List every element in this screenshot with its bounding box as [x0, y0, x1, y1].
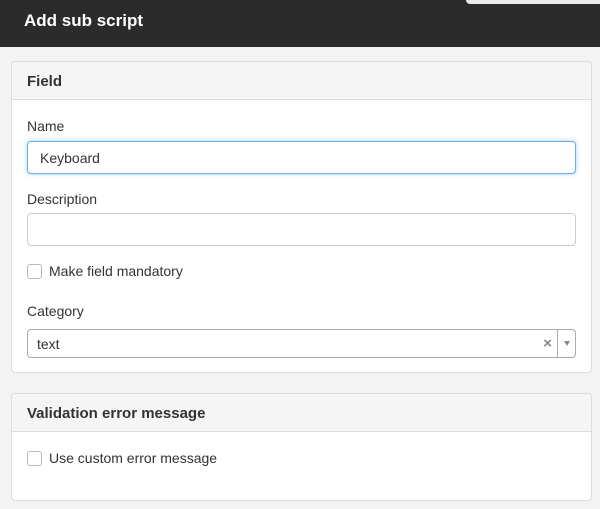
header-tab-edge: [466, 0, 600, 4]
mandatory-checkbox[interactable]: [27, 263, 42, 279]
select-divider: [557, 330, 558, 357]
header-bar: Add sub script: [0, 0, 600, 47]
custom-error-label: Use custom error message: [49, 450, 218, 466]
name-label: Name: [27, 118, 65, 134]
name-input[interactable]: [27, 141, 576, 174]
category-select[interactable]: text ×: [27, 329, 576, 358]
custom-error-row[interactable]: Use custom error message: [27, 449, 217, 467]
custom-error-checkbox[interactable]: [27, 450, 42, 466]
description-input[interactable]: [27, 213, 576, 246]
close-icon[interactable]: ×: [543, 335, 552, 352]
field-panel: Field Name Description Make field mandat…: [11, 61, 592, 373]
chevron-down-icon[interactable]: [564, 341, 570, 346]
mandatory-label: Make field mandatory: [49, 263, 183, 279]
validation-panel: Validation error message Use custom erro…: [11, 393, 592, 501]
category-label: Category: [27, 303, 84, 319]
field-panel-heading: Field: [12, 62, 591, 100]
mandatory-row[interactable]: Make field mandatory: [27, 262, 183, 280]
description-label: Description: [27, 191, 98, 207]
page-title: Add sub script: [24, 11, 144, 30]
category-selected-value: text: [37, 336, 60, 352]
validation-panel-heading: Validation error message: [12, 394, 591, 432]
